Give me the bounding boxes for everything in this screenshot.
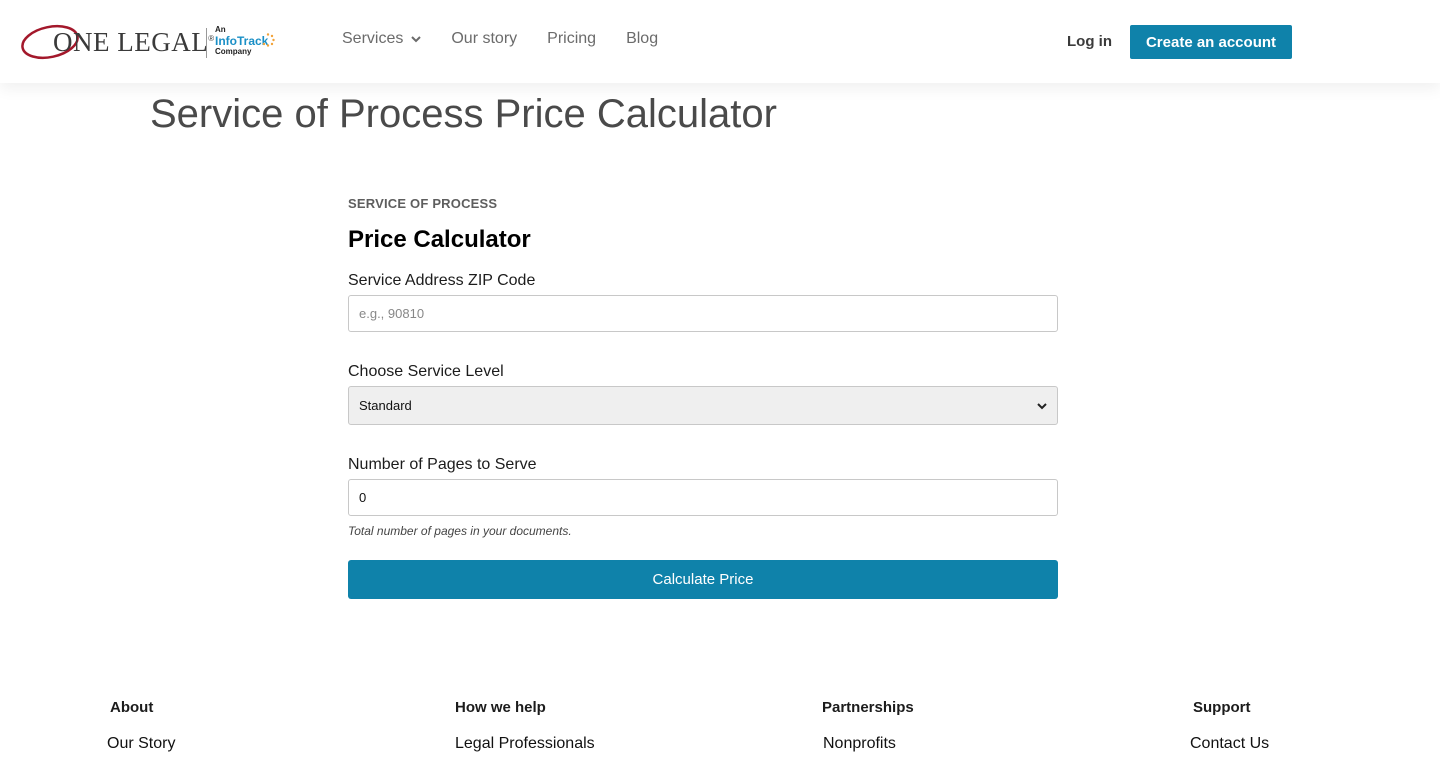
logo-mark: ONE LEGAL® <box>20 22 215 62</box>
footer-link-nonprofits[interactable]: Nonprofits <box>823 735 914 753</box>
service-level-label: Choose Service Level <box>348 363 504 380</box>
form-title: Price Calculator <box>348 226 531 253</box>
pages-input[interactable] <box>348 479 1058 516</box>
service-level-value: Standard <box>359 398 412 413</box>
zip-label: Service Address ZIP Code <box>348 272 536 289</box>
nav-item-blog[interactable]: Blog <box>626 30 658 48</box>
nav-item-label: Services <box>342 30 404 47</box>
footer-link-legal-professionals[interactable]: Legal Professionals <box>455 735 595 753</box>
footer-col-about: About Our Story <box>107 699 175 753</box>
logo-wordmark: ONE LEGAL® <box>53 27 215 57</box>
login-link[interactable]: Log in <box>1067 33 1112 50</box>
create-account-button[interactable]: Create an account <box>1130 25 1292 59</box>
pages-label: Number of Pages to Serve <box>348 456 537 473</box>
chevron-down-icon <box>411 36 422 43</box>
footer-col-partnerships: Partnerships Nonprofits <box>822 699 914 753</box>
nav-item-pricing[interactable]: Pricing <box>547 30 596 48</box>
form-eyebrow: SERVICE OF PROCESS <box>348 196 498 211</box>
footer-heading: How we help <box>455 699 546 716</box>
main-nav: Services Our story Pricing Blog <box>342 30 688 48</box>
footer-link-our-story[interactable]: Our Story <box>107 735 175 753</box>
page-title: Service of Process Price Calculator <box>150 92 777 136</box>
infotrack-suffix: Company <box>215 47 252 56</box>
price-calculator-form: SERVICE OF PROCESS Price Calculator Serv… <box>348 196 1058 599</box>
calculate-price-button[interactable]: Calculate Price <box>348 560 1058 599</box>
one-legal-logo[interactable]: ONE LEGAL® An InfoTrack Company <box>20 22 275 62</box>
chevron-down-icon <box>1037 402 1047 409</box>
service-level-select[interactable]: Standard <box>348 386 1058 425</box>
footer-heading: About <box>110 699 154 716</box>
logo-divider <box>206 28 207 58</box>
nav-item-services[interactable]: Services <box>342 30 422 48</box>
site-header: ONE LEGAL® An InfoTrack Company Services… <box>0 0 1440 83</box>
infotrack-dots-icon <box>262 33 275 47</box>
infotrack-lockup: An InfoTrack Company <box>215 26 275 56</box>
footer-col-how-we-help: How we help Legal Professionals <box>455 699 595 753</box>
footer-link-contact-us[interactable]: Contact Us <box>1190 735 1269 753</box>
footer-heading: Support <box>1193 699 1251 716</box>
zip-input[interactable] <box>348 295 1058 332</box>
pages-hint: Total number of pages in your documents. <box>348 524 572 538</box>
nav-item-our-story[interactable]: Our story <box>451 30 517 48</box>
footer-heading: Partnerships <box>822 699 914 716</box>
footer-col-support: Support Contact Us <box>1190 699 1269 753</box>
